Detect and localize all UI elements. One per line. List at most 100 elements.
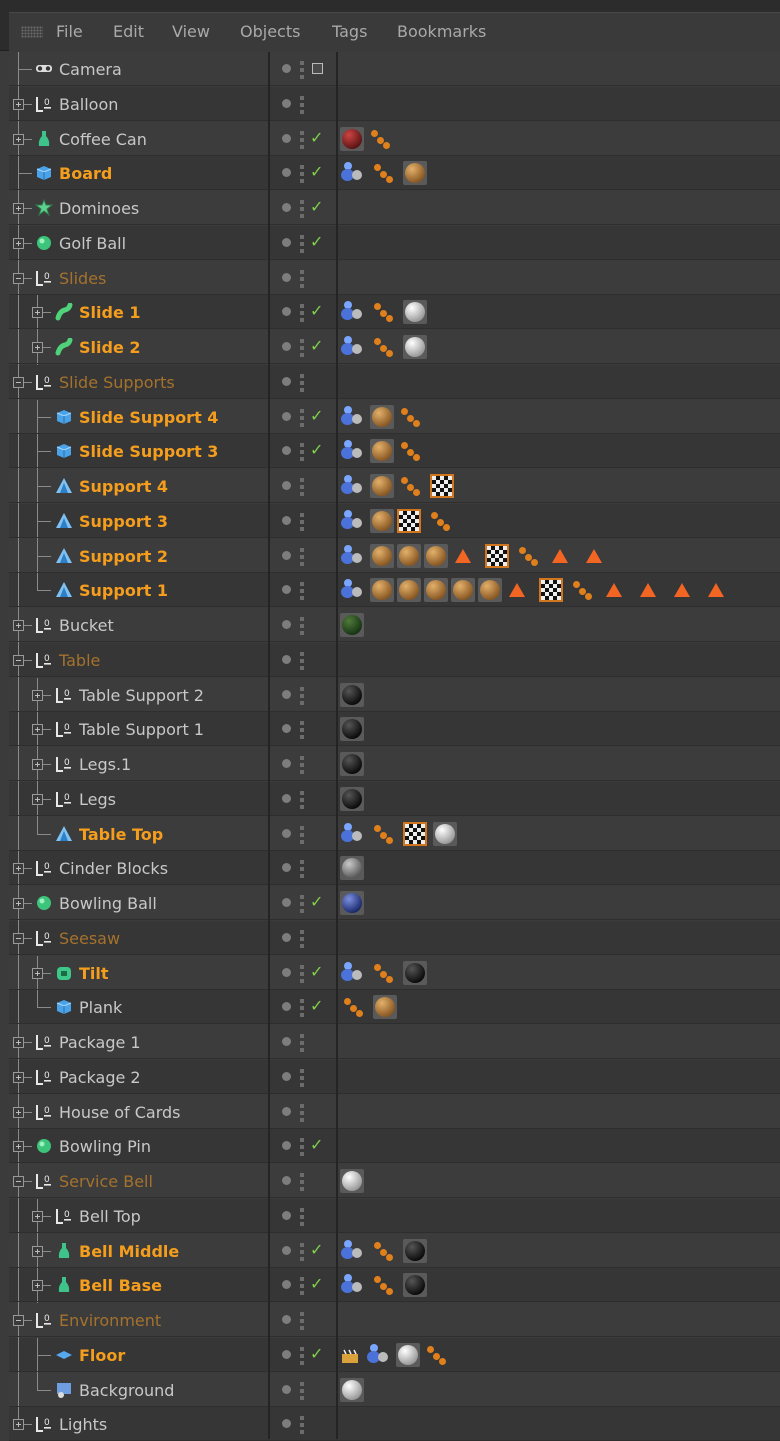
material-tag-icon[interactable] xyxy=(373,995,397,1019)
material-tag-icon[interactable] xyxy=(451,578,475,602)
material-tag-icon[interactable] xyxy=(403,300,427,324)
object-name[interactable]: Camera xyxy=(59,60,122,79)
texture-tag-icon[interactable] xyxy=(430,474,454,498)
object-row[interactable]: Tilt ✓ xyxy=(9,956,780,991)
expand-plus-icon[interactable] xyxy=(13,620,24,631)
object-row[interactable]: Board ✓ xyxy=(9,156,780,191)
dynamics-tag-icon[interactable] xyxy=(370,161,394,185)
expand-plus-icon[interactable] xyxy=(13,238,24,249)
collapse-minus-icon[interactable] xyxy=(13,1315,24,1326)
object-row[interactable]: 0 Bucket xyxy=(9,608,780,643)
enabled-check-icon[interactable]: ✓ xyxy=(310,232,323,251)
selection-tag-icon[interactable] xyxy=(340,1273,364,1297)
layer-dot-icon[interactable] xyxy=(282,655,291,664)
expand-plus-icon[interactable] xyxy=(13,99,24,110)
visibility-dots-icon[interactable] xyxy=(300,339,304,357)
phong-tag-icon[interactable] xyxy=(708,583,724,597)
texture-tag-icon[interactable] xyxy=(539,578,563,602)
material-tag-icon[interactable] xyxy=(340,856,364,880)
texture-tag-icon[interactable] xyxy=(485,544,509,568)
layer-dot-icon[interactable] xyxy=(282,64,291,73)
phong-tag-icon[interactable] xyxy=(606,583,622,597)
selection-tag-icon[interactable] xyxy=(366,1343,390,1367)
object-row[interactable]: Support 2 xyxy=(9,539,780,574)
object-row[interactable]: 0 Slides xyxy=(9,261,780,296)
phong-tag-icon[interactable] xyxy=(586,549,602,563)
layer-dot-icon[interactable] xyxy=(282,1107,291,1116)
enabled-check-icon[interactable]: ✓ xyxy=(310,962,323,981)
object-row[interactable]: 0 House of Cards xyxy=(9,1095,780,1130)
display-tag-icon[interactable] xyxy=(340,1345,360,1365)
object-name[interactable]: Seesaw xyxy=(59,929,120,948)
object-name[interactable]: Table Support 1 xyxy=(79,720,204,739)
menu-view[interactable]: View xyxy=(172,22,210,41)
object-row[interactable]: Floor ✓ xyxy=(9,1338,780,1373)
object-name[interactable]: Tilt xyxy=(79,964,109,983)
layer-dot-icon[interactable] xyxy=(282,794,291,803)
enabled-check-icon[interactable]: ✓ xyxy=(310,892,323,911)
layer-dot-icon[interactable] xyxy=(282,1072,291,1081)
object-name[interactable]: Bowling Pin xyxy=(59,1137,151,1156)
object-name[interactable]: House of Cards xyxy=(59,1103,181,1122)
material-tag-icon[interactable] xyxy=(433,822,457,846)
expand-plus-icon[interactable] xyxy=(13,134,24,145)
layer-dot-icon[interactable] xyxy=(282,1037,291,1046)
object-row[interactable]: Coffee Can ✓ xyxy=(9,122,780,157)
material-tag-icon[interactable] xyxy=(340,1169,364,1193)
layer-dot-icon[interactable] xyxy=(282,1315,291,1324)
expand-plus-icon[interactable] xyxy=(32,307,43,318)
layer-dot-icon[interactable] xyxy=(282,1141,291,1150)
selection-tag-icon[interactable] xyxy=(340,335,364,359)
visibility-dots-icon[interactable] xyxy=(300,1034,304,1052)
expand-plus-icon[interactable] xyxy=(32,759,43,770)
material-tag-icon[interactable] xyxy=(340,613,364,637)
material-tag-icon[interactable] xyxy=(403,161,427,185)
visibility-dots-icon[interactable] xyxy=(300,721,304,739)
expand-plus-icon[interactable] xyxy=(13,898,24,909)
object-row[interactable]: Dominoes ✓ xyxy=(9,191,780,226)
material-tag-icon[interactable] xyxy=(478,578,502,602)
dynamics-tag-icon[interactable] xyxy=(370,300,394,324)
layer-dot-icon[interactable] xyxy=(282,690,291,699)
object-name[interactable]: Slide Supports xyxy=(59,373,175,392)
dynamics-tag-icon[interactable] xyxy=(340,995,364,1019)
material-tag-icon[interactable] xyxy=(403,1239,427,1263)
material-tag-icon[interactable] xyxy=(340,752,364,776)
layer-dot-icon[interactable] xyxy=(282,585,291,594)
enabled-check-icon[interactable]: ✓ xyxy=(310,336,323,355)
object-name[interactable]: Service Bell xyxy=(59,1172,153,1191)
selection-tag-icon[interactable] xyxy=(340,578,364,602)
object-name[interactable]: Board xyxy=(59,164,112,183)
expand-plus-icon[interactable] xyxy=(13,863,24,874)
visibility-dots-icon[interactable] xyxy=(300,443,304,461)
visibility-dots-icon[interactable] xyxy=(300,1138,304,1156)
object-row[interactable]: 0 Environment xyxy=(9,1303,780,1338)
material-tag-icon[interactable] xyxy=(340,787,364,811)
expand-plus-icon[interactable] xyxy=(32,690,43,701)
layer-dot-icon[interactable] xyxy=(282,968,291,977)
collapse-minus-icon[interactable] xyxy=(13,655,24,666)
visibility-dots-icon[interactable] xyxy=(300,826,304,844)
enabled-check-icon[interactable]: ✓ xyxy=(310,1240,323,1259)
material-tag-icon[interactable] xyxy=(424,578,448,602)
expand-plus-icon[interactable] xyxy=(32,968,43,979)
dynamics-tag-icon[interactable] xyxy=(370,961,394,985)
visibility-dots-icon[interactable] xyxy=(300,791,304,809)
collapse-minus-icon[interactable] xyxy=(13,1176,24,1187)
visibility-dots-icon[interactable] xyxy=(300,687,304,705)
selection-tag-icon[interactable] xyxy=(340,439,364,463)
object-row[interactable]: Bell Base ✓ xyxy=(9,1268,780,1303)
object-name[interactable]: Dominoes xyxy=(59,199,139,218)
enabled-check-icon[interactable]: ✓ xyxy=(310,996,323,1015)
visibility-dots-icon[interactable] xyxy=(300,999,304,1017)
layer-dot-icon[interactable] xyxy=(282,551,291,560)
object-row[interactable]: Bell Middle ✓ xyxy=(9,1234,780,1269)
material-tag-icon[interactable] xyxy=(403,335,427,359)
object-name[interactable]: Background xyxy=(79,1381,174,1400)
camera-target-icon[interactable] xyxy=(312,63,323,74)
object-row[interactable]: Bowling Pin ✓ xyxy=(9,1129,780,1164)
texture-tag-icon[interactable] xyxy=(397,509,421,533)
object-name[interactable]: Slides xyxy=(59,269,106,288)
object-name[interactable]: Slide Support 3 xyxy=(79,442,218,461)
expand-plus-icon[interactable] xyxy=(13,1419,24,1430)
